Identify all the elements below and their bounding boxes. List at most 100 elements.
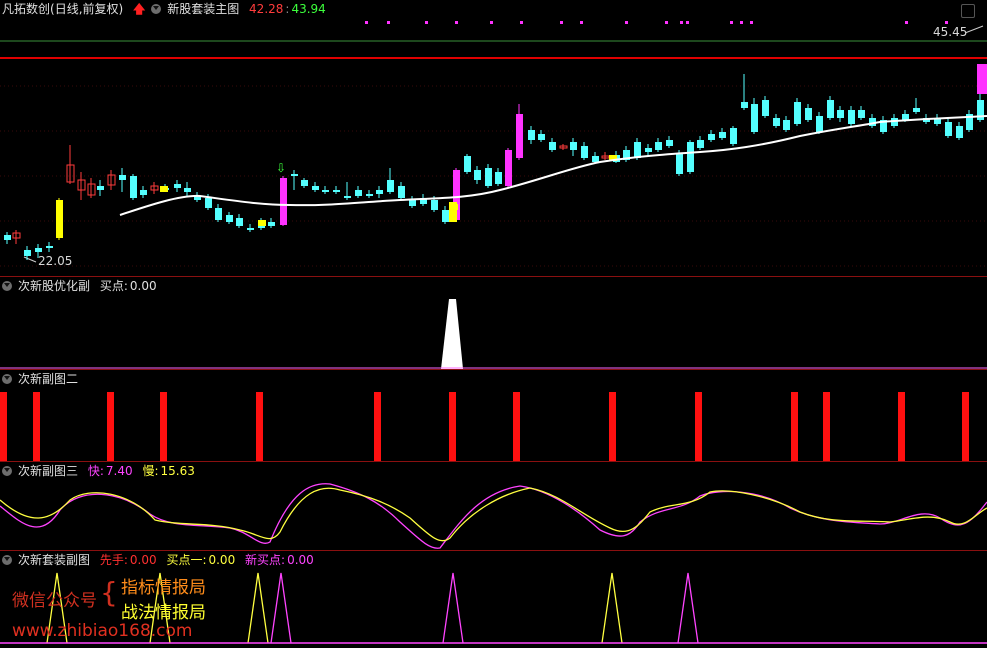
signal-bar (256, 392, 263, 461)
signal-dot (455, 21, 458, 24)
candle (376, 190, 383, 194)
signal-dot (750, 21, 753, 24)
sub3-slow-value: 15.63 (160, 464, 195, 478)
candle (215, 208, 222, 220)
candle (140, 190, 147, 195)
signal-dot (365, 21, 368, 24)
candle (247, 228, 254, 230)
sub4-name[interactable]: 次新套装副图 (18, 553, 90, 567)
candle (35, 248, 42, 252)
signal-bar (33, 392, 40, 461)
candle (4, 235, 11, 240)
candle (322, 190, 329, 192)
watermark-wechat: 微信公众号 (12, 591, 97, 611)
sub4-hand-label: 先手: (99, 553, 128, 567)
candle (697, 140, 704, 148)
sub-panel-1[interactable]: 次新股优化副 买点: 0.00 (0, 277, 987, 369)
indicator-menu-icon[interactable] (151, 4, 162, 14)
signal-bar (977, 64, 987, 94)
candle (516, 114, 523, 158)
sub1-name[interactable]: 次新股优化副 (18, 279, 90, 293)
candle (549, 142, 556, 150)
signal-spike (442, 572, 464, 644)
high-pointer-icon (964, 25, 984, 34)
signal-bar (513, 392, 520, 461)
candle (56, 200, 63, 238)
signal-bar (609, 392, 616, 461)
sub3-header: 次新副图三 快: 7.40 慢: 15.63 (2, 464, 201, 478)
sub3-name[interactable]: 次新副图三 (18, 464, 78, 478)
candle (581, 146, 588, 158)
candle (676, 154, 683, 174)
sub-panel-2[interactable]: 次新副图二 (0, 370, 987, 461)
sub4-menu-icon[interactable] (2, 555, 12, 565)
sub3-fast-value: 7.40 (105, 464, 133, 478)
signal-bar (898, 392, 905, 461)
buy-marker (449, 202, 457, 222)
sub3-menu-icon[interactable] (2, 466, 12, 476)
candle (205, 198, 212, 208)
candle (956, 126, 963, 138)
candle (913, 108, 920, 112)
signal-bar (449, 392, 456, 461)
candle (773, 118, 780, 126)
main-indicator-name[interactable]: 新股套装主图 (167, 2, 239, 16)
main-value-green: 43.94 (291, 2, 326, 16)
candle (751, 104, 758, 132)
buy-marker (258, 220, 266, 226)
candle (848, 110, 855, 124)
signal-bar (107, 392, 114, 461)
candle (184, 188, 191, 192)
main-chart-panel[interactable]: 凡拓数创(日线,前复权) 🡅 新股套装主图 42.28:43.94 45.45 … (0, 0, 987, 276)
candle (226, 215, 233, 222)
sub2-name[interactable]: 次新副图二 (18, 372, 78, 386)
signal-dot (680, 21, 683, 24)
candle (805, 108, 812, 120)
sub2-chart (0, 392, 969, 461)
candle (431, 200, 438, 210)
signal-bar (160, 392, 167, 461)
green-arrow-icon: ⇩ (276, 161, 286, 175)
candle (236, 218, 243, 226)
signal-dot (945, 21, 948, 24)
candle (474, 170, 481, 180)
sub-panel-3[interactable]: 次新副图三 快: 7.40 慢: 15.63 (0, 462, 987, 550)
candle (485, 168, 492, 186)
candle (528, 130, 535, 140)
sub4-buy1-value: 0.00 (208, 553, 236, 567)
sub1-buy-value: 0.00 (129, 279, 157, 293)
signal-bar (962, 392, 969, 461)
buy-marker (160, 186, 168, 192)
sub4-header: 次新套装副图 先手: 0.00 买点一: 0.00 新买点: 0.00 (2, 553, 320, 567)
main-value-red: 42.28 (249, 2, 284, 16)
watermark-url: www.zhibiao168.com (12, 621, 193, 641)
sub-panel-4[interactable]: 次新套装副图 先手: 0.00 买点一: 0.00 新买点: 0.00 微信公众号 {… (0, 551, 987, 648)
signal-bar (374, 392, 381, 461)
sub1-menu-icon[interactable] (2, 281, 12, 291)
candle (398, 186, 405, 198)
candle (741, 102, 748, 108)
signal-spike (677, 572, 699, 644)
fast-line (0, 483, 987, 549)
candlestick-chart[interactable]: ⇩ (0, 0, 987, 276)
sub4-buy1-label: 买点一: (166, 553, 207, 567)
candle (666, 140, 673, 146)
sub3-slow-label: 慢: (142, 464, 159, 478)
candle (409, 200, 416, 206)
sub2-menu-icon[interactable] (2, 374, 12, 384)
candle (366, 194, 373, 196)
signal-bar (791, 392, 798, 461)
candle (46, 246, 53, 248)
signal-dot (490, 21, 493, 24)
candle (280, 178, 287, 225)
sub4-newbuy-value: 0.00 (287, 553, 314, 567)
signal-dot (665, 21, 668, 24)
candle (634, 142, 641, 158)
candle (719, 132, 726, 138)
candle (174, 184, 181, 188)
candle (794, 102, 801, 124)
candle (837, 110, 844, 118)
candle (442, 210, 449, 222)
signal-dot (730, 21, 733, 24)
signal-dot (520, 21, 523, 24)
